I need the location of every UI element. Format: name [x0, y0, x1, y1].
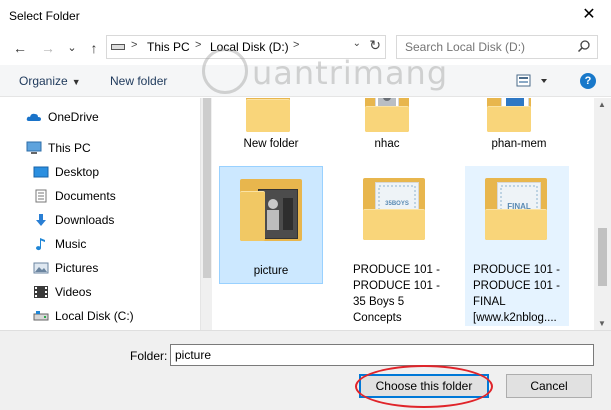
choose-this-folder-button[interactable]: Choose this folder: [359, 374, 489, 398]
navigation-pane-scrollbar[interactable]: [200, 98, 212, 330]
help-button[interactable]: ?: [580, 73, 596, 89]
onedrive-icon: [26, 113, 41, 121]
pictures-icon: [33, 262, 49, 274]
refresh-button[interactable]: ↻: [369, 37, 381, 54]
folder-label-line: Concepts: [353, 312, 402, 324]
svg-text:35BOYS: 35BOYS: [385, 201, 409, 207]
folder-icon: [365, 98, 409, 132]
sidebar-item-onedrive[interactable]: OneDrive: [26, 106, 99, 128]
search-box[interactable]: [396, 35, 598, 59]
change-view-button[interactable]: [516, 73, 552, 89]
sidebar-item-documents[interactable]: Documents: [33, 185, 116, 207]
navigation-pane: OneDrive This PC Desktop Documents Downl…: [0, 98, 200, 330]
folder-label: New folder: [243, 138, 299, 150]
recent-locations-button[interactable]: ⌄: [62, 39, 82, 57]
folder-item-produce-final[interactable]: FINAL PRODUCE 101 - PRODUCE 101 - FINAL …: [465, 166, 569, 326]
up-button[interactable]: ↑: [84, 39, 104, 57]
folder-label: nhac: [374, 138, 400, 150]
folder-label-line: 35 Boys 5: [353, 296, 405, 308]
folder-item-phan-mem[interactable]: 10 phan-mem: [467, 98, 571, 158]
search-input[interactable]: [397, 36, 573, 58]
breadcrumb-separator[interactable]: >: [131, 39, 137, 51]
address-bar[interactable]: > This PC > Local Disk (D:) > ⌄ ↻: [106, 35, 386, 59]
folder-item-produce-35-boys[interactable]: 35BOYS5CONCEPTS PRODUCE 101 - PRODUCE 10…: [345, 166, 449, 326]
file-list-scrollbar[interactable]: ▲ ▼: [594, 98, 611, 330]
folder-icon: [246, 98, 290, 132]
sidebar-item-label: Local Disk (C:): [55, 309, 134, 323]
drive-icon: [33, 311, 49, 321]
new-folder-button[interactable]: New folder: [110, 74, 167, 88]
breadcrumb-separator[interactable]: >: [195, 39, 201, 51]
title-bar: Select Folder ✕: [0, 0, 611, 32]
folder-field-label: Folder:: [130, 349, 168, 363]
folder-icon: [240, 179, 302, 241]
folder-icon: 10: [487, 98, 531, 132]
folder-label-line: PRODUCE 101 -: [353, 280, 440, 292]
sidebar-item-this-pc[interactable]: This PC: [26, 137, 91, 159]
search-icon[interactable]: [577, 39, 591, 53]
folder-item-new-folder[interactable]: New folder: [219, 98, 323, 158]
sidebar-item-label: This PC: [48, 141, 91, 155]
organize-label: Organize: [19, 74, 68, 88]
dialog-footer: Folder: Choose this folder Cancel: [0, 330, 611, 410]
folder-label-line: [www.k2nblog....: [473, 312, 557, 324]
folder-label: picture: [253, 265, 289, 277]
breadcrumb-local-disk-d[interactable]: Local Disk (D:): [210, 40, 289, 54]
address-dropdown-button[interactable]: ⌄: [353, 38, 361, 49]
folder-label: PRODUCE 101 - PRODUCE 101 - 35 Boys 5 Co…: [345, 262, 449, 326]
chevron-down-icon: ▼: [71, 77, 81, 87]
sidebar-item-videos[interactable]: Videos: [33, 281, 91, 303]
scroll-down-arrow-icon[interactable]: ▼: [598, 319, 606, 328]
music-icon: [36, 238, 45, 251]
sidebar-item-label: Downloads: [55, 213, 115, 227]
forward-button[interactable]: →: [38, 39, 58, 57]
downloads-icon: [36, 214, 46, 226]
sidebar-item-desktop[interactable]: Desktop: [33, 161, 99, 183]
sidebar-item-label: Pictures: [55, 261, 99, 275]
navigation-bar: ← → ⌄ ↑ > This PC > Local Disk (D:) > ⌄ …: [0, 33, 611, 63]
scrollbar-thumb[interactable]: [203, 98, 211, 278]
videos-icon: [34, 286, 48, 298]
breadcrumb-separator[interactable]: >: [293, 39, 299, 51]
folder-label-line: PRODUCE 101 -: [473, 264, 560, 276]
view-options-icon: [516, 74, 547, 87]
close-button[interactable]: ✕: [577, 4, 601, 26]
scroll-up-arrow-icon[interactable]: ▲: [598, 100, 606, 109]
sidebar-item-label: Desktop: [55, 165, 100, 179]
folder-label: phan-mem: [491, 138, 547, 150]
sidebar-item-downloads[interactable]: Downloads: [33, 209, 114, 231]
folder-label-line: FINAL: [473, 296, 506, 308]
folder-icon: 35BOYS5CONCEPTS: [363, 178, 425, 240]
folder-item-nhac[interactable]: nhac: [335, 98, 439, 158]
breadcrumb-this-pc[interactable]: This PC: [147, 40, 190, 54]
folder-label: PRODUCE 101 - PRODUCE 101 - FINAL [www.k…: [465, 262, 569, 326]
folder-item-picture[interactable]: picture: [219, 166, 323, 284]
folder-label-line: PRODUCE 101 -: [353, 264, 440, 276]
desktop-icon: [33, 166, 49, 178]
documents-icon: [35, 189, 47, 203]
back-button[interactable]: ←: [10, 39, 30, 57]
scrollbar-thumb[interactable]: [598, 228, 607, 286]
sidebar-item-label: OneDrive: [48, 110, 99, 124]
command-toolbar: Organize ▼ New folder ?: [0, 65, 611, 97]
sidebar-item-label: Music: [55, 237, 87, 251]
file-list: New folder nhac 10 phan-mem: [213, 98, 593, 330]
sidebar-item-music[interactable]: Music: [33, 233, 86, 255]
sidebar-item-label: Videos: [55, 285, 92, 299]
drive-icon: [111, 44, 125, 50]
folder-icon: FINAL: [485, 178, 547, 240]
computer-icon: [26, 141, 42, 154]
organize-menu[interactable]: Organize ▼: [19, 74, 81, 88]
sidebar-item-pictures[interactable]: Pictures: [33, 257, 98, 279]
sidebar-item-local-disk-c[interactable]: Local Disk (C:): [33, 305, 134, 327]
window-title: Select Folder: [9, 9, 80, 23]
folder-name-input[interactable]: [170, 344, 594, 366]
folder-label-line: PRODUCE 101 -: [473, 280, 560, 292]
sidebar-item-label: Documents: [55, 189, 116, 203]
cancel-button[interactable]: Cancel: [506, 374, 592, 398]
